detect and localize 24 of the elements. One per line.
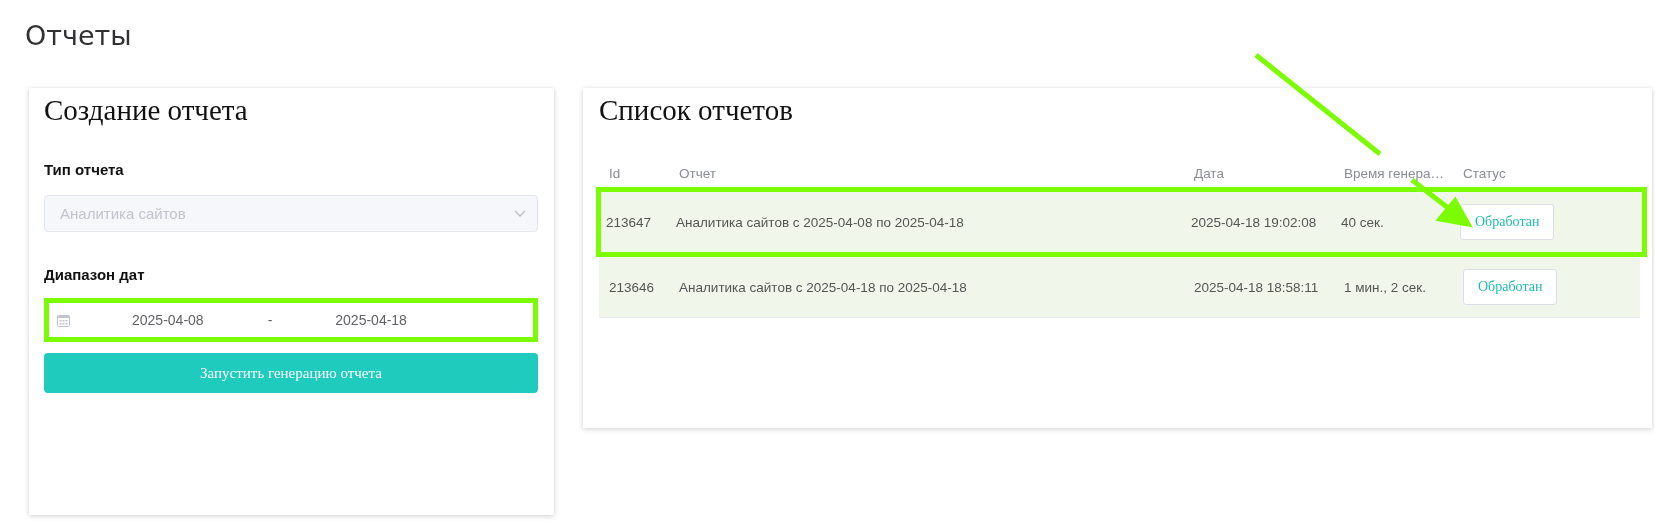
table-cell: Аналитика сайтов с 2025-04-18 по 2025-04-18 (679, 279, 967, 295)
card-title: Список отчетов (599, 94, 793, 127)
calendar-icon (57, 313, 70, 327)
column-header: Статус (1463, 165, 1506, 183)
table-cell: Аналитика сайтов с 2025-04-08 по 2025-04-18 (676, 214, 964, 230)
table-cell: 40 сек. (1341, 214, 1384, 230)
column-header: Id (609, 165, 621, 183)
table-cell: 213647 (606, 214, 652, 230)
table-cell: 2025-04-18 19:02:08 (1191, 214, 1317, 230)
status-button[interactable]: Обработан (1463, 269, 1558, 305)
date-range-field[interactable]: 2025-04-08 - 2025-04-18 (44, 298, 538, 342)
table-cell: 1 мин., 2 сек. (1344, 279, 1426, 295)
table-cell: 213646 (609, 279, 655, 295)
chevron-down-icon (514, 209, 526, 218)
field-label: Тип отчета (44, 161, 124, 178)
column-header: Время генера… (1344, 165, 1444, 183)
column-header: Дата (1194, 165, 1224, 183)
page-title: Отчеты (24, 19, 133, 53)
card-title: Создание отчета (44, 94, 248, 127)
generate-report-button[interactable]: Запустить генерацию отчета (44, 353, 538, 393)
column-header: Отчет (679, 165, 716, 183)
field-label: Диапазон дат (44, 266, 145, 283)
status-button[interactable]: Обработан (1460, 204, 1555, 240)
table-cell: 2025-04-18 18:58:11 (1194, 279, 1319, 295)
